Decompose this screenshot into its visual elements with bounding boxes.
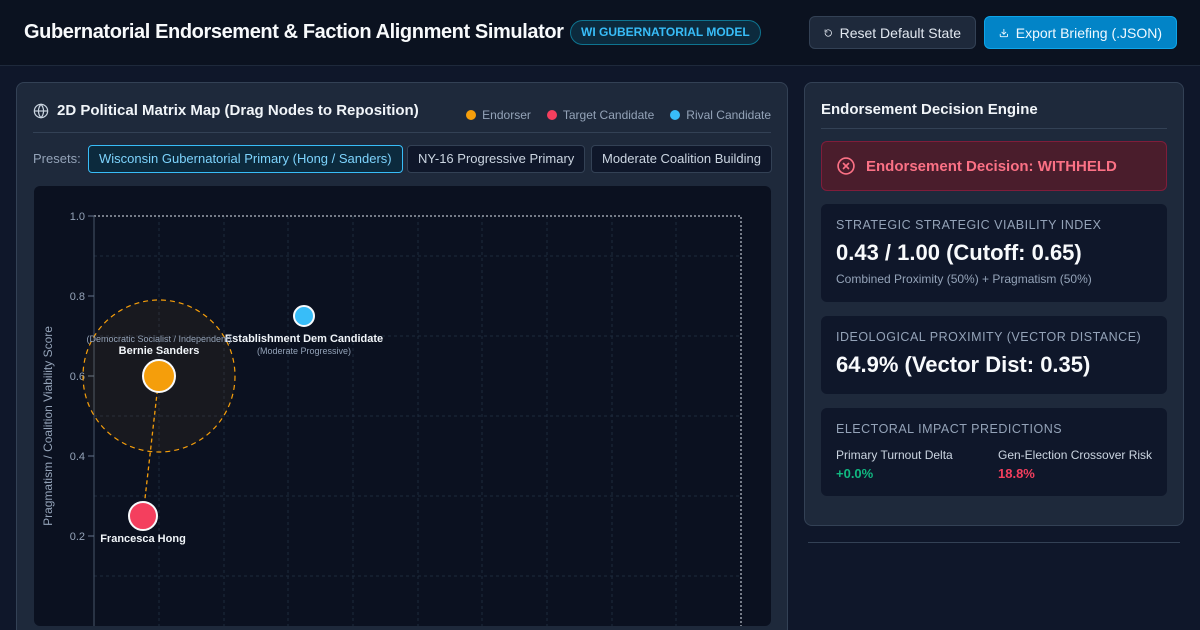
target-node-marker[interactable] bbox=[128, 501, 158, 531]
map-title: 2D Political Matrix Map (Drag Nodes to R… bbox=[57, 102, 419, 119]
preset-wisconsin-button[interactable]: Wisconsin Gubernatorial Primary (Hong / … bbox=[88, 145, 403, 173]
legend-dot-endorser bbox=[466, 110, 477, 120]
decision-text: Endorsement Decision: WITHHELD bbox=[866, 158, 1117, 175]
electoral-card: ELECTORAL IMPACT PREDICTIONS Primary Tur… bbox=[821, 408, 1167, 496]
legend-item-target: Target Candidate bbox=[546, 108, 655, 122]
engine-divider bbox=[821, 128, 1167, 129]
rival-node-marker[interactable] bbox=[293, 305, 315, 327]
proximity-value: 64.9% (Vector Dist: 0.35) bbox=[836, 352, 1091, 377]
export-button[interactable]: Export Briefing (.JSON) bbox=[984, 16, 1177, 49]
electoral-label: ELECTORAL IMPACT PREDICTIONS bbox=[836, 422, 1063, 436]
endorser-node-name: Bernie Sanders bbox=[119, 345, 200, 357]
matrix-canvas[interactable]: 1.0 0.8 0.6 0.4 0.2 Pragmatism / Coaliti… bbox=[34, 186, 771, 626]
y-tick-label: 0.8 bbox=[70, 291, 85, 303]
model-badge: WI GUBERNATORIAL MODEL bbox=[570, 20, 761, 45]
proximity-label: IDEOLOGICAL PROXIMITY (VECTOR DISTANCE) bbox=[836, 330, 1142, 344]
matrix-svg: 1.0 0.8 0.6 0.4 0.2 Pragmatism / Coaliti… bbox=[41, 211, 742, 626]
x-circle-icon bbox=[837, 157, 855, 175]
viability-subtext: Combined Proximity (50%) + Pragmatism (5… bbox=[836, 272, 1092, 286]
reset-button-label: Reset Default State bbox=[839, 24, 961, 41]
download-icon bbox=[999, 28, 1008, 37]
viability-card: STRATEGIC STRATEGIC VIABILITY INDEX 0.43… bbox=[821, 204, 1167, 302]
reset-button[interactable]: Reset Default State bbox=[809, 16, 976, 49]
presets-label: Presets: bbox=[33, 151, 81, 166]
crossover-risk-value: 18.8% bbox=[998, 466, 1035, 481]
legend-dot-target bbox=[546, 110, 557, 120]
viability-label: STRATEGIC STRATEGIC VIABILITY INDEX bbox=[836, 218, 1102, 232]
target-node[interactable]: Francesca Hong bbox=[100, 501, 186, 545]
turnout-delta-label: Primary Turnout Delta bbox=[836, 448, 953, 462]
turnout-delta-value: +0.0% bbox=[836, 466, 874, 481]
globe-icon bbox=[33, 103, 49, 119]
lower-panel-edge bbox=[808, 542, 1180, 543]
endorser-node-subtitle: (Democratic Socialist / Independent) bbox=[86, 334, 231, 344]
target-node-name: Francesca Hong bbox=[100, 533, 186, 545]
preset-moderate-button[interactable]: Moderate Coalition Building bbox=[591, 145, 772, 173]
y-axis-label: Pragmatism / Coalition Viability Score bbox=[41, 326, 55, 526]
decision-engine-panel: Endorsement Decision Engine Endorsement … bbox=[804, 82, 1184, 526]
crossover-risk-label: Gen-Election Crossover Risk bbox=[998, 448, 1153, 462]
legend-dot-rival bbox=[670, 110, 681, 120]
engine-title: Endorsement Decision Engine bbox=[821, 101, 1038, 118]
reset-icon bbox=[824, 28, 832, 37]
decision-banner: Endorsement Decision: WITHHELD bbox=[821, 141, 1167, 191]
export-button-label: Export Briefing (.JSON) bbox=[1015, 24, 1162, 41]
map-legend: Endorser Target Candidate Rival Candidat… bbox=[450, 108, 771, 122]
map-header: 2D Political Matrix Map (Drag Nodes to R… bbox=[33, 99, 771, 133]
y-tick-label: 1.0 bbox=[70, 211, 85, 223]
legend-label-target: Target Candidate bbox=[562, 108, 655, 122]
endorser-node-marker[interactable] bbox=[142, 359, 176, 393]
legend-label-rival: Rival Candidate bbox=[686, 108, 771, 122]
matrix-map-panel: 2D Political Matrix Map (Drag Nodes to R… bbox=[16, 82, 788, 630]
legend-item-rival: Rival Candidate bbox=[670, 108, 771, 122]
viability-value: 0.43 / 1.00 (Cutoff: 0.65) bbox=[836, 240, 1082, 265]
proximity-card: IDEOLOGICAL PROXIMITY (VECTOR DISTANCE) … bbox=[821, 316, 1167, 394]
app-title: Gubernatorial Endorsement & Faction Alig… bbox=[24, 21, 564, 43]
top-bar: Gubernatorial Endorsement & Faction Alig… bbox=[0, 0, 1200, 66]
rival-node[interactable]: Establishment Dem Candidate (Moderate Pr… bbox=[225, 305, 383, 356]
y-tick-label: 0.2 bbox=[70, 531, 85, 543]
legend-item-endorser: Endorser bbox=[466, 108, 531, 122]
rival-node-subtitle: (Moderate Progressive) bbox=[257, 346, 351, 356]
rival-node-name: Establishment Dem Candidate bbox=[225, 333, 383, 345]
preset-ny16-button[interactable]: NY-16 Progressive Primary bbox=[407, 145, 586, 173]
y-tick-label: 0.4 bbox=[70, 451, 85, 463]
legend-label-endorser: Endorser bbox=[482, 108, 531, 122]
